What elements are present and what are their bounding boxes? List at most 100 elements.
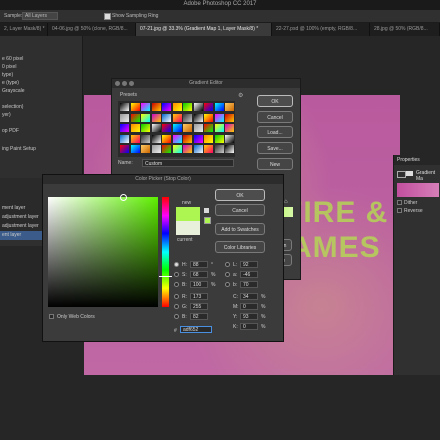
gradient-preset-swatch[interactable] — [151, 103, 161, 111]
gamut-swatch-icon[interactable] — [204, 217, 211, 224]
color-stop-icon[interactable]: ⌂ — [284, 199, 288, 205]
k-field[interactable]: 0 — [240, 323, 258, 330]
history-item[interactable]: e 60 pixel — [2, 56, 23, 62]
gear-icon[interactable]: ⚙ — [238, 92, 243, 99]
gradient-preset-swatch[interactable] — [204, 124, 213, 132]
gradient-preset-swatch[interactable] — [130, 134, 140, 143]
new-button[interactable]: New — [257, 158, 293, 170]
tab-doc-active[interactable]: 07-21.jpg @ 33.3% (Gradient Map 1, Layer… — [136, 23, 272, 36]
gradient-preset-swatch[interactable] — [172, 124, 182, 132]
cancel-button[interactable]: Cancel — [215, 204, 265, 216]
minimize-dot-icon[interactable] — [122, 81, 127, 86]
add-to-swatches-button[interactable]: Add to Swatches — [215, 223, 265, 235]
gradient-preset-swatch[interactable] — [225, 124, 234, 132]
sample-select[interactable]: All Layers — [22, 12, 58, 20]
gradient-preset-swatch[interactable] — [172, 103, 182, 111]
gradient-preset-swatch[interactable] — [151, 113, 161, 122]
gradient-preset-swatch[interactable] — [225, 145, 234, 153]
ok-button[interactable]: OK — [257, 95, 293, 107]
gradient-preset-swatch[interactable] — [214, 103, 224, 111]
load-button[interactable]: Load... — [257, 126, 293, 138]
history-item[interactable]: 0 pixel — [2, 64, 16, 70]
gradient-preset-swatch[interactable] — [130, 113, 140, 122]
history-item[interactable]: selection) — [2, 104, 23, 110]
gradient-preset-swatch[interactable] — [225, 134, 234, 143]
gradient-preset-swatch[interactable] — [120, 113, 129, 122]
history-item[interactable]: op PDF — [2, 128, 19, 134]
s-field[interactable]: 68 — [190, 271, 208, 278]
h-field[interactable]: 88 — [190, 261, 208, 268]
tab-doc-4[interactable]: 22-27.psd @ 100% (empty, RGB/8... — [272, 23, 370, 36]
b-radio[interactable] — [174, 282, 179, 287]
blue-radio[interactable] — [174, 314, 179, 319]
gradient-preset-swatch[interactable] — [162, 124, 171, 132]
gradient-preset-swatch[interactable] — [162, 113, 171, 122]
dither-checkbox[interactable] — [397, 200, 402, 205]
gradient-preset-swatch[interactable] — [151, 145, 161, 153]
gradient-preset-swatch[interactable] — [141, 113, 150, 122]
tab-doc-2[interactable]: 04-06.jpg @ 50% (clone, RGB/8... — [48, 23, 136, 36]
lab-a-field[interactable]: -46 — [240, 271, 258, 278]
g-field[interactable]: 255 — [190, 303, 208, 310]
gradient-preset-swatch[interactable] — [162, 134, 171, 143]
gradient-preset-swatch[interactable] — [214, 124, 224, 132]
layer-row[interactable]: adjustment layer — [0, 222, 42, 231]
lab-a-radio[interactable] — [225, 272, 230, 277]
zoom-dot-icon[interactable] — [129, 81, 134, 86]
close-dot-icon[interactable] — [115, 81, 120, 86]
tab-doc-5[interactable]: 28.jpg @ 50% (RGB/8... — [370, 23, 440, 36]
gradient-preset-swatch[interactable] — [204, 103, 213, 111]
gradient-preset-swatch[interactable] — [120, 145, 129, 153]
layer-row[interactable]: ment layer — [0, 204, 42, 213]
m-field[interactable]: 0 — [240, 303, 258, 310]
gradient-preset-swatch[interactable] — [120, 134, 129, 143]
gradient-preset-swatch[interactable] — [183, 134, 192, 143]
gradient-preset-swatch[interactable] — [225, 103, 234, 111]
gradient-preset-swatch[interactable] — [214, 113, 224, 122]
gradient-preset-swatch[interactable] — [183, 103, 192, 111]
gradient-preset-swatch[interactable] — [141, 134, 150, 143]
gradient-preset-swatch[interactable] — [204, 113, 213, 122]
only-web-colors-checkbox[interactable] — [49, 314, 54, 319]
color-libraries-button[interactable]: Color Libraries — [215, 241, 265, 253]
gradient-preview[interactable] — [397, 183, 439, 197]
r-field[interactable]: 173 — [190, 293, 208, 300]
gradient-preset-swatch[interactable] — [120, 103, 129, 111]
gradient-preset-swatch[interactable] — [183, 113, 192, 122]
gradient-preset-swatch[interactable] — [183, 124, 192, 132]
gradient-preset-swatch[interactable] — [141, 124, 150, 132]
h-radio[interactable] — [174, 262, 179, 267]
gradient-preset-swatch[interactable] — [130, 124, 140, 132]
gradient-preset-swatch[interactable] — [193, 145, 203, 153]
g-radio[interactable] — [174, 304, 179, 309]
gradient-preset-swatch[interactable] — [172, 145, 182, 153]
color-field-cursor[interactable] — [120, 194, 127, 201]
gradient-preset-swatch[interactable] — [172, 113, 182, 122]
layer-row-selected[interactable]: ent layer — [0, 231, 42, 240]
gradient-preset-swatch[interactable] — [193, 113, 203, 122]
ok-button[interactable]: OK — [215, 189, 265, 201]
gradient-preset-swatch[interactable] — [151, 124, 161, 132]
web-safe-cube-icon[interactable] — [204, 208, 209, 213]
history-item[interactable]: yer) — [2, 112, 11, 118]
gradient-preset-swatch[interactable] — [204, 145, 213, 153]
show-ring-checkbox[interactable] — [104, 13, 111, 20]
hex-field[interactable]: adf652 — [180, 326, 212, 333]
gradient-preset-swatch[interactable] — [183, 145, 192, 153]
r-radio[interactable] — [174, 294, 179, 299]
lab-b-radio[interactable] — [225, 282, 230, 287]
reverse-checkbox[interactable] — [397, 208, 402, 213]
gradient-preset-swatch[interactable] — [193, 134, 203, 143]
color-field[interactable] — [48, 194, 158, 307]
tab-doc-1[interactable]: 2, Layer Mask/8) * — [0, 23, 48, 36]
gradient-preset-swatch[interactable] — [214, 145, 224, 153]
history-item[interactable]: Grayscale — [2, 88, 25, 94]
b-field[interactable]: 100 — [190, 281, 208, 288]
gradient-preset-swatch[interactable] — [193, 124, 203, 132]
gradient-preset-swatch[interactable] — [172, 134, 182, 143]
history-item[interactable]: ing Paint Setup — [2, 146, 36, 152]
gradient-preset-swatch[interactable] — [130, 145, 140, 153]
layer-row[interactable]: adjustment layer — [0, 213, 42, 222]
gradient-preset-swatch[interactable] — [130, 103, 140, 111]
c-field[interactable]: 34 — [240, 293, 258, 300]
